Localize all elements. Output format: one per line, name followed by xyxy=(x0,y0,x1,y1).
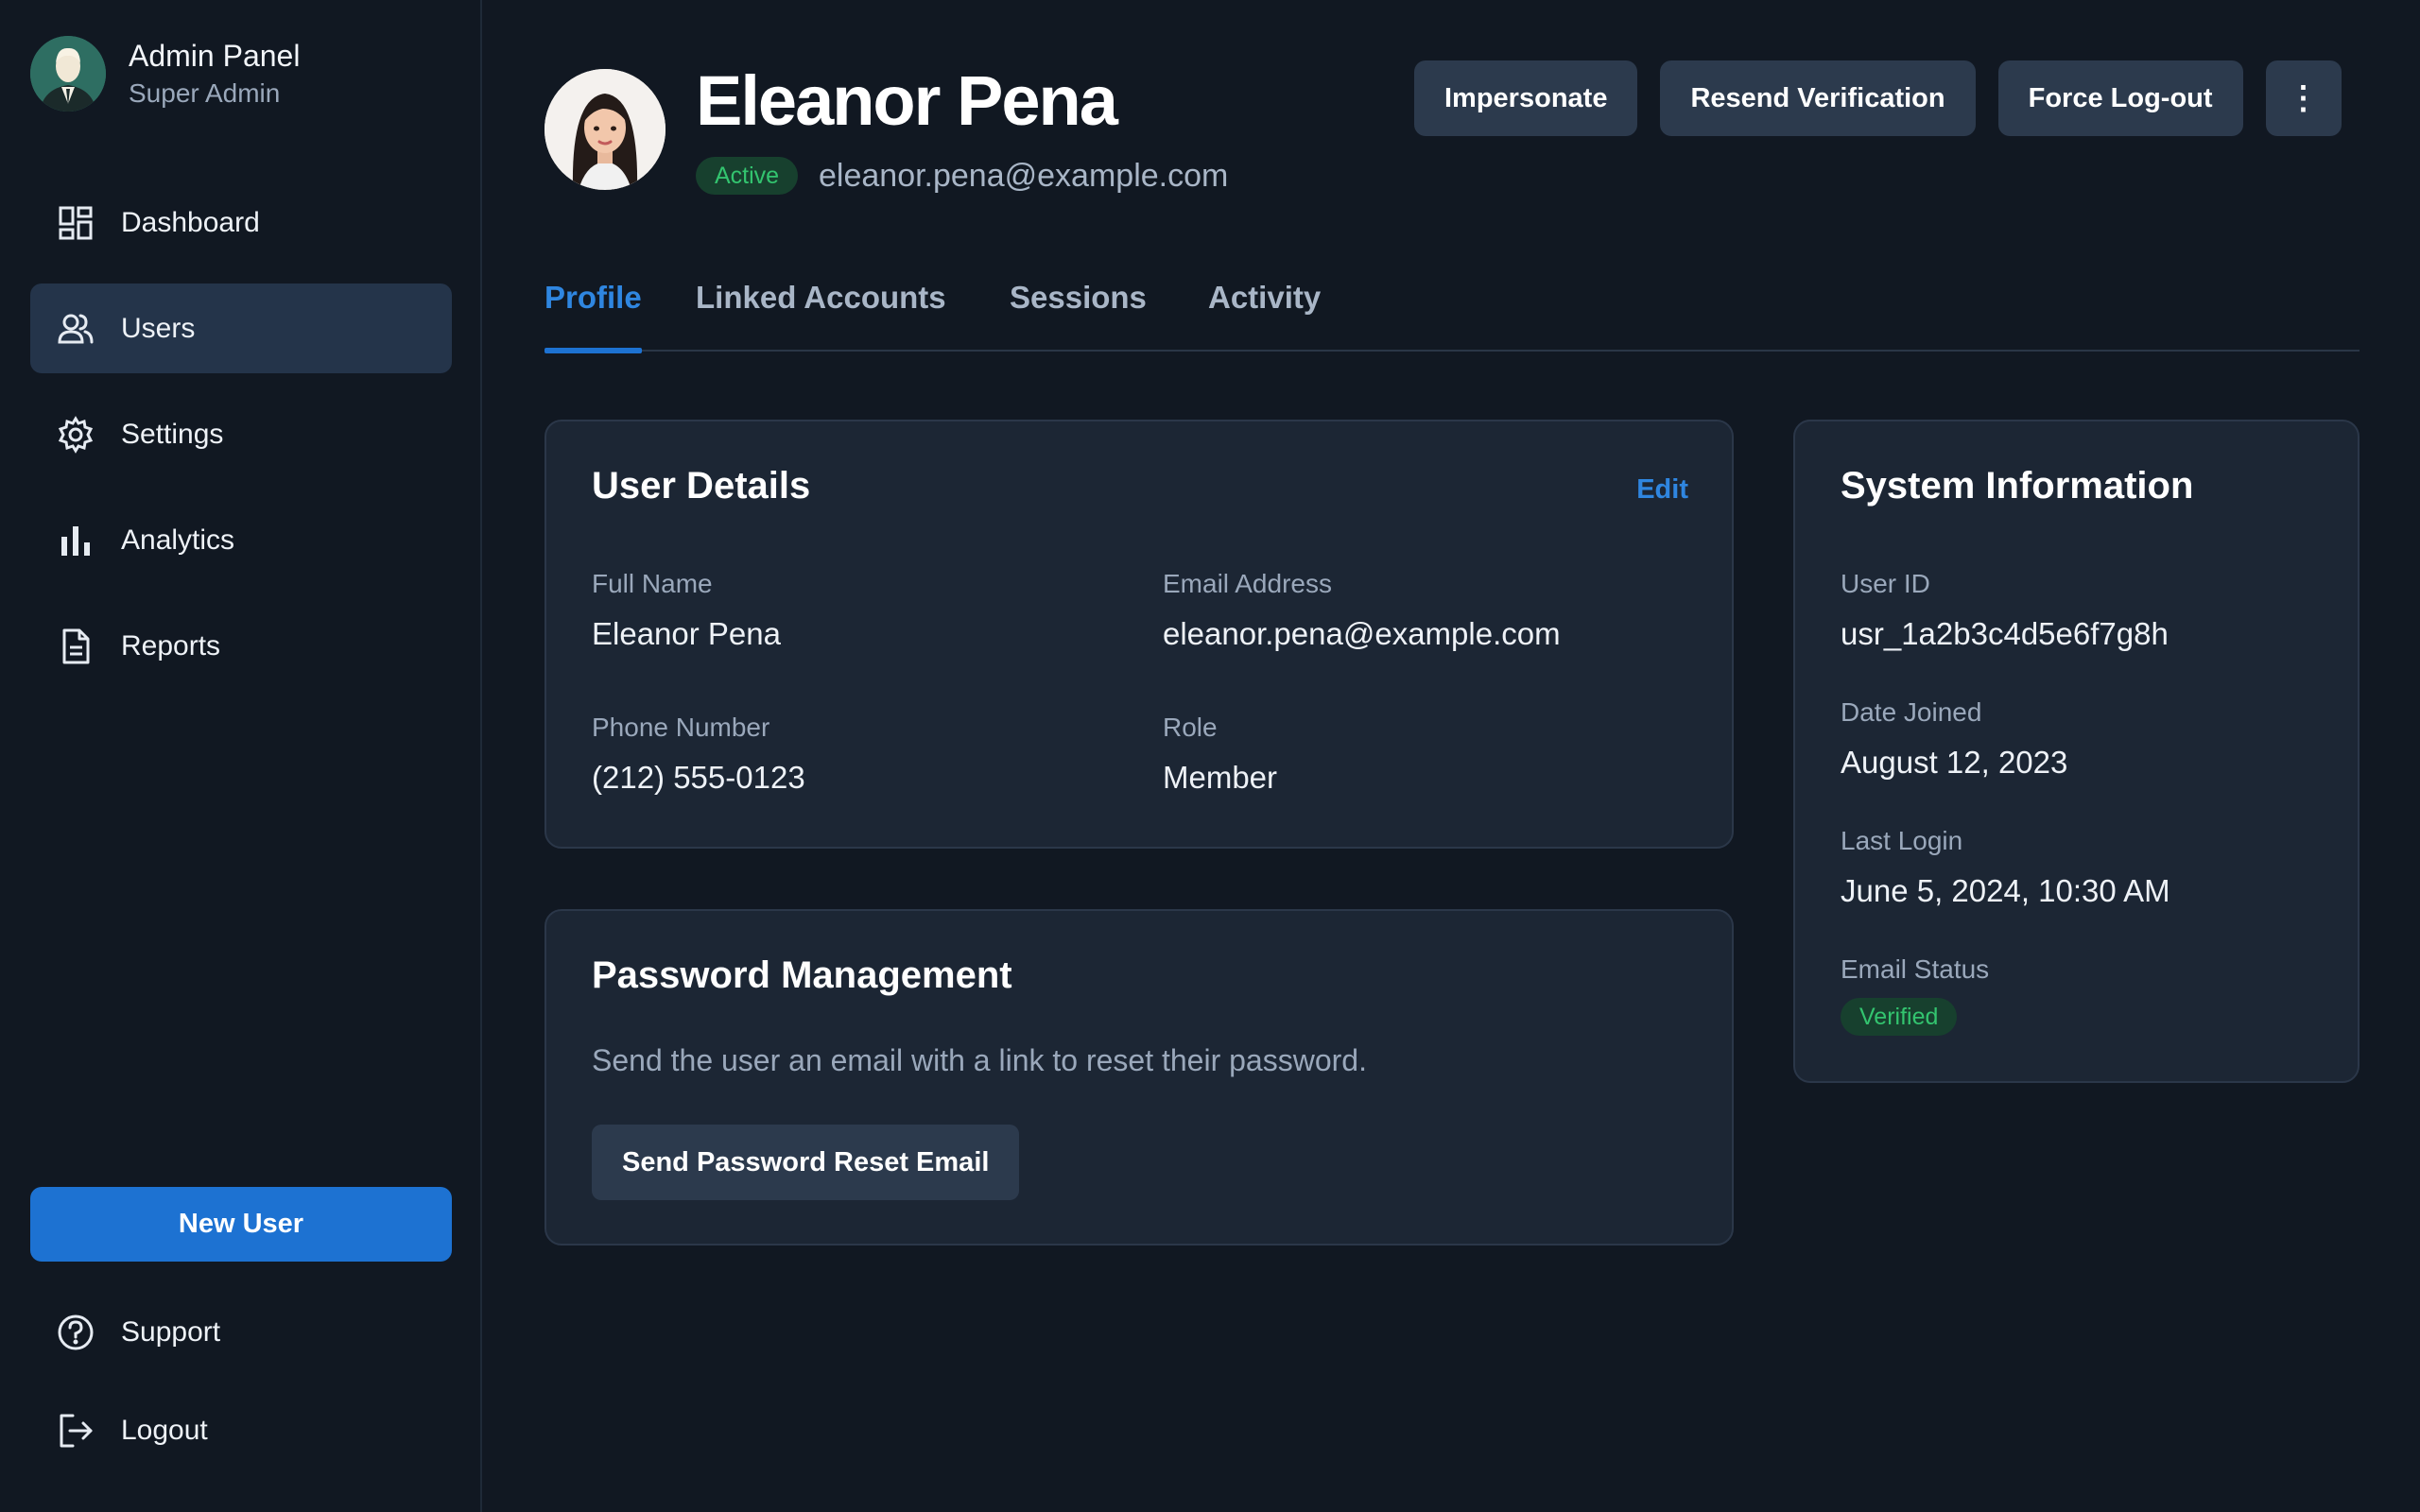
tab-sessions[interactable]: Sessions xyxy=(1010,265,1147,352)
email-address-label: Email Address xyxy=(1163,569,1332,598)
sidebar-item-support[interactable]: Support xyxy=(30,1290,452,1375)
sidebar-item-label: Users xyxy=(121,312,196,344)
tab-linked-accounts[interactable]: Linked Accounts xyxy=(696,265,946,352)
full-name-label: Full Name xyxy=(592,569,713,598)
sidebar-bottom-nav: Support Logout xyxy=(30,1290,452,1486)
user-id-value: usr_1a2b3c4d5e6f7g8h xyxy=(1841,616,2169,651)
date-joined-value: August 12, 2023 xyxy=(1841,745,2068,780)
brand: Admin Panel Super Admin xyxy=(30,34,300,113)
header-actions: Impersonate Resend Verification Force Lo… xyxy=(1414,60,2342,136)
sidebar: Admin Panel Super Admin Dashboard Users … xyxy=(0,0,482,1512)
email-status-badge: Verified xyxy=(1841,998,1958,1036)
send-password-reset-button[interactable]: Send Password Reset Email xyxy=(592,1125,1020,1200)
date-joined-label: Date Joined xyxy=(1841,697,1982,727)
help-circle-icon xyxy=(55,1312,96,1353)
bar-chart-icon xyxy=(55,520,96,561)
new-user-button[interactable]: New User xyxy=(30,1187,452,1262)
phone-number-value: (212) 555-0123 xyxy=(592,760,805,795)
brand-subtitle: Super Admin xyxy=(129,78,281,108)
last-login-value: June 5, 2024, 10:30 AM xyxy=(1841,873,2170,908)
tab-profile[interactable]: Profile xyxy=(544,265,642,353)
sidebar-item-logout[interactable]: Logout xyxy=(30,1388,452,1473)
email-status-label: Email Status xyxy=(1841,954,1990,984)
user-id-label: User ID xyxy=(1841,569,1930,598)
user-details-card: User Details Edit Full Name Eleanor Pena… xyxy=(544,420,1734,849)
sidebar-item-reports[interactable]: Reports xyxy=(30,601,452,691)
app: Admin Panel Super Admin Dashboard Users … xyxy=(0,0,2420,1512)
force-logout-button[interactable]: Force Log-out xyxy=(1997,60,2243,136)
system-information-title: System Information xyxy=(1841,465,2194,507)
gear-icon xyxy=(55,414,96,455)
edit-link[interactable]: Edit xyxy=(1636,474,1688,506)
page-title: Eleanor Pena xyxy=(696,61,1118,140)
sidebar-item-label: Reports xyxy=(121,629,221,662)
phone-number-label: Phone Number xyxy=(592,713,770,742)
impersonate-button[interactable]: Impersonate xyxy=(1414,60,1638,136)
last-login-label: Last Login xyxy=(1841,826,1963,855)
role-label: Role xyxy=(1163,713,1218,742)
sidebar-item-dashboard[interactable]: Dashboard xyxy=(30,178,452,267)
tab-activity[interactable]: Activity xyxy=(1208,265,1321,352)
sidebar-item-settings[interactable]: Settings xyxy=(30,389,452,479)
brand-title: Admin Panel xyxy=(129,39,301,73)
admin-avatar[interactable] xyxy=(30,36,106,112)
sidebar-item-label: Settings xyxy=(121,418,224,450)
logout-icon xyxy=(55,1410,96,1452)
user-email: eleanor.pena@example.com xyxy=(819,158,1229,194)
user-avatar xyxy=(544,69,666,190)
sidebar-item-label: Logout xyxy=(121,1415,208,1446)
status-badge: Active xyxy=(696,157,799,195)
more-vertical-icon: ⋮ xyxy=(2287,80,2320,116)
sidebar-item-users[interactable]: Users xyxy=(30,284,452,373)
email-address-value: eleanor.pena@example.com xyxy=(1163,616,1561,651)
full-name-value: Eleanor Pena xyxy=(592,616,781,651)
sidebar-item-label: Analytics xyxy=(121,524,235,556)
user-details-title: User Details xyxy=(592,465,811,507)
sidebar-item-label: Support xyxy=(121,1316,221,1348)
dashboard-icon xyxy=(55,202,96,244)
password-management-card: Password Management Send the user an ema… xyxy=(544,909,1734,1246)
document-icon xyxy=(55,626,96,667)
sidebar-item-analytics[interactable]: Analytics xyxy=(30,495,452,585)
password-description: Send the user an email with a link to re… xyxy=(592,1043,1367,1077)
tab-bar: Profile Linked Accounts Sessions Activit… xyxy=(544,265,2360,353)
users-icon xyxy=(55,308,96,350)
password-management-title: Password Management xyxy=(592,954,1012,996)
more-options-button[interactable]: ⋮ xyxy=(2265,60,2342,136)
resend-verification-button[interactable]: Resend Verification xyxy=(1660,60,1976,136)
sidebar-item-label: Dashboard xyxy=(121,206,260,238)
sidebar-nav: Dashboard Users Settings Analytics Repor… xyxy=(30,178,452,707)
system-information-card: System Information User ID usr_1a2b3c4d5… xyxy=(1793,420,2360,1083)
role-value: Member xyxy=(1163,760,1278,795)
